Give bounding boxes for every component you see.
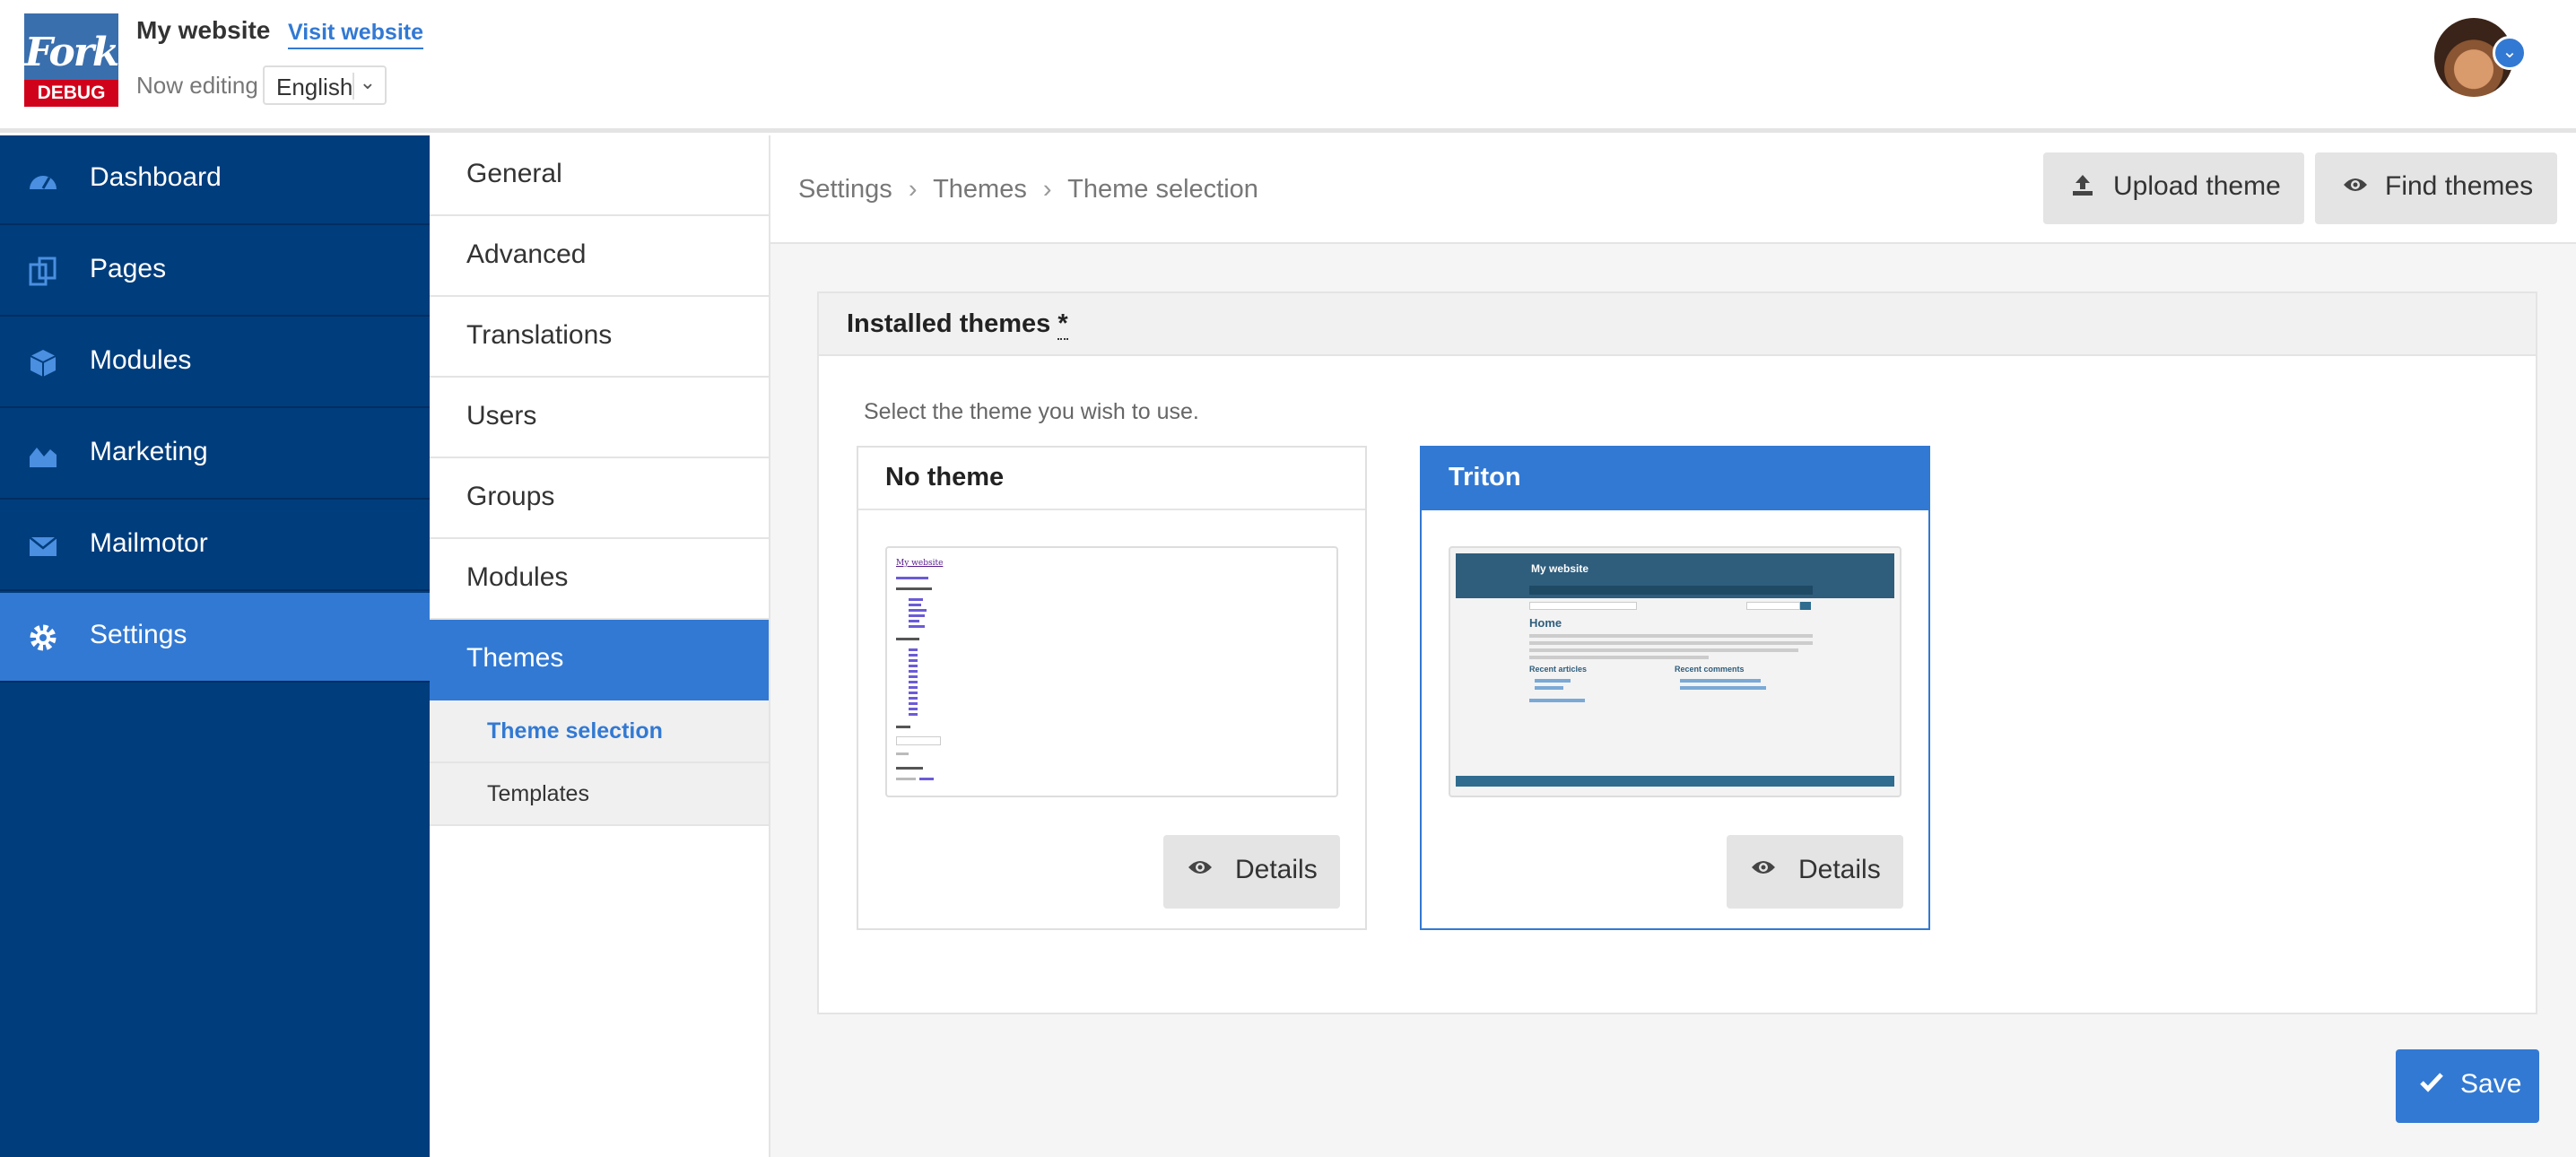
breadcrumb-item-themes[interactable]: Themes xyxy=(933,175,1027,204)
language-select[interactable]: English ⌄ xyxy=(263,65,387,105)
theme-card-triton[interactable]: Triton My website Home Recent articles R… xyxy=(1420,446,1930,930)
pages-icon xyxy=(27,256,59,288)
preview-col1-title: Recent articles xyxy=(1529,665,1588,674)
sidebar-item-pages[interactable]: Pages xyxy=(0,227,430,317)
sidebar-item-label: Pages xyxy=(90,254,167,283)
sidebar-item-label: Marketing xyxy=(90,437,208,466)
cube-icon xyxy=(27,347,59,379)
subnav-child-label: Templates xyxy=(487,781,589,806)
theme-card-no-theme[interactable]: No theme My website Details xyxy=(857,446,1367,930)
main-content: Settings › Themes › Theme selection Uplo… xyxy=(770,135,2576,1157)
settings-subnav: General Advanced Translations Users Grou… xyxy=(430,135,770,1157)
subnav-item-translations[interactable]: Translations xyxy=(430,297,769,378)
theme-card-title: Triton xyxy=(1422,448,1928,510)
sidebar-item-settings[interactable]: Settings xyxy=(0,593,430,683)
chevron-down-icon: ⌄ xyxy=(359,71,376,93)
sidebar-item-modules[interactable]: Modules xyxy=(0,318,430,408)
subnav-label: Advanced xyxy=(466,239,587,269)
subnav-item-general[interactable]: General xyxy=(430,135,769,216)
upload-icon xyxy=(2070,172,2095,204)
select-divider xyxy=(352,73,354,100)
find-themes-label: Find themes xyxy=(2385,171,2534,201)
details-button-triton[interactable]: Details xyxy=(1727,835,1903,909)
details-label: Details xyxy=(1798,855,1881,884)
subnav-label: Users xyxy=(466,401,537,431)
preview-footer xyxy=(1456,776,1894,787)
panel-title-text: Installed themes xyxy=(847,309,1051,338)
user-menu-chevron-icon[interactable]: ⌄ xyxy=(2493,36,2527,70)
breadcrumb-separator: › xyxy=(1042,175,1052,204)
dashboard-icon xyxy=(27,164,59,196)
eye-icon xyxy=(1187,855,1214,886)
sidebar: Dashboard Pages Modules Marketing Mailmo… xyxy=(0,135,430,1157)
subnav-child-templates[interactable]: Templates xyxy=(430,763,769,826)
upload-theme-label: Upload theme xyxy=(2113,171,2281,201)
details-button-no-theme[interactable]: Details xyxy=(1163,835,1340,909)
sidebar-item-dashboard[interactable]: Dashboard xyxy=(0,135,430,225)
required-marker: * xyxy=(1057,309,1068,340)
subnav-item-users[interactable]: Users xyxy=(430,378,769,458)
top-bar: Fork DEBUG My website Visit website Now … xyxy=(0,0,2576,133)
sidebar-item-label: Dashboard xyxy=(90,162,222,192)
save-button[interactable]: Save xyxy=(2396,1049,2539,1123)
panel-header: Installed themes * xyxy=(819,293,2536,356)
now-editing-label: Now editing xyxy=(136,72,258,99)
sidebar-item-mailmotor[interactable]: Mailmotor xyxy=(0,501,430,591)
preview-heading: Home xyxy=(1529,616,1562,630)
subnav-label: Groups xyxy=(466,482,555,511)
eye-icon xyxy=(1750,855,1777,886)
sidebar-item-label: Modules xyxy=(90,345,192,375)
sidebar-item-label: Settings xyxy=(90,620,187,649)
theme-card-title: No theme xyxy=(858,448,1365,510)
breadcrumb-separator: › xyxy=(908,175,918,204)
sidebar-item-label: Mailmotor xyxy=(90,528,208,558)
preview-site-title: My website xyxy=(1531,562,1589,575)
subnav-child-theme-selection[interactable]: Theme selection xyxy=(430,700,769,763)
subnav-item-themes[interactable]: Themes xyxy=(430,620,769,700)
find-themes-button[interactable]: Find themes xyxy=(2315,152,2557,224)
preview-site-title: My website xyxy=(896,559,944,568)
theme-hint: Select the theme you wish to use. xyxy=(864,399,1199,424)
breadcrumb-item-current: Theme selection xyxy=(1067,175,1258,204)
logo-text: Fork xyxy=(24,30,118,75)
installed-themes-panel: Installed themes * Select the theme you … xyxy=(817,291,2537,1014)
upload-theme-button[interactable]: Upload theme xyxy=(2043,152,2304,224)
subnav-label: General xyxy=(466,159,562,188)
language-value: English xyxy=(276,74,353,100)
theme-preview-triton: My website Home Recent articles Recent c… xyxy=(1449,546,1902,797)
details-label: Details xyxy=(1235,855,1318,884)
subnav-label: Modules xyxy=(466,562,569,592)
theme-preview-no-theme: My website xyxy=(885,546,1338,797)
area-chart-icon xyxy=(27,439,59,471)
fork-logo[interactable]: Fork DEBUG xyxy=(24,13,118,107)
check-icon xyxy=(2419,1069,2444,1100)
panel-title: Installed themes * xyxy=(847,309,1068,340)
preview-col2-title: Recent comments xyxy=(1675,665,1745,674)
subnav-child-label: Theme selection xyxy=(487,718,663,744)
theme-name: Triton xyxy=(1449,463,1521,492)
debug-badge: DEBUG xyxy=(24,80,118,107)
subnav-label: Themes xyxy=(466,643,564,673)
content-header: Settings › Themes › Theme selection Uplo… xyxy=(770,135,2576,244)
theme-name: No theme xyxy=(885,463,1005,492)
visit-website-link[interactable]: Visit website xyxy=(288,20,423,49)
subnav-label: Translations xyxy=(466,320,613,350)
site-name: My website xyxy=(136,16,271,44)
eye-icon xyxy=(2342,172,2369,204)
breadcrumb: Settings › Themes › Theme selection xyxy=(798,175,1267,204)
subnav-item-modules[interactable]: Modules xyxy=(430,539,769,620)
envelope-icon xyxy=(27,530,59,562)
breadcrumb-item-settings[interactable]: Settings xyxy=(798,175,892,204)
gear-icon xyxy=(27,622,59,654)
subnav-item-advanced[interactable]: Advanced xyxy=(430,216,769,297)
save-label: Save xyxy=(2460,1069,2522,1099)
subnav-item-groups[interactable]: Groups xyxy=(430,458,769,539)
sidebar-item-marketing[interactable]: Marketing xyxy=(0,410,430,500)
